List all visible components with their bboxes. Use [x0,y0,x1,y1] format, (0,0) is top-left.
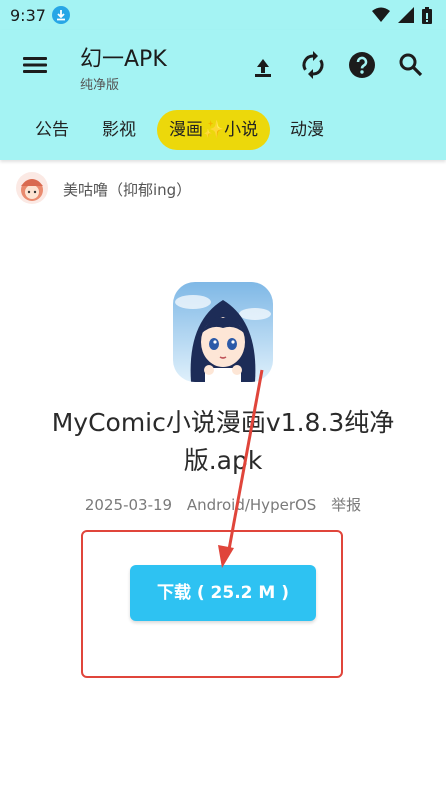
meta-row: 2025-03-19 Android/HyperOS 举报 [0,494,446,515]
post-date: 2025-03-19 [84,496,173,514]
wifi-icon [372,7,390,22]
category-tabs: 公告 影视 漫画✨小说 动漫 [0,110,446,150]
tab-movies[interactable]: 影视 [102,110,136,150]
post-platform: Android/HyperOS [186,496,317,514]
help-icon [349,52,375,78]
menu-icon [23,57,47,73]
upload-button[interactable] [248,50,278,80]
search-button[interactable] [396,50,426,80]
report-link[interactable]: 举报 [331,496,361,514]
search-icon [399,53,423,77]
refresh-icon [302,51,324,79]
upload-icon [255,59,271,77]
tab-anime[interactable]: 动漫 [290,110,324,150]
help-button[interactable] [347,50,377,80]
tab-announcements[interactable]: 公告 [35,110,69,150]
system-icons [372,7,432,24]
avatar[interactable] [16,172,48,204]
status-bar: 9:37 [0,0,446,30]
tab-comics-novels[interactable]: 漫画✨小说 [157,110,271,150]
app-icon [173,282,273,382]
app-subtitle: 纯净版 [80,78,120,93]
signal-icon [398,7,414,23]
status-time: 9:37 [10,6,46,25]
app-bar: 幻一APK 纯净版 公告 影视 漫画✨小说 动漫 [0,30,446,160]
app-title: 幻一APK [80,47,167,72]
download-button[interactable]: 下载 ( 25.2 M ) [130,565,316,621]
refresh-button[interactable] [298,50,328,80]
author-name[interactable]: 美咕噜（抑郁ing） [63,179,191,200]
file-title: MyComic小说漫画v1.8.3纯净版.apk [51,408,395,475]
download-status-icon [52,6,70,24]
battery-icon [422,7,432,24]
menu-button[interactable] [22,52,48,78]
